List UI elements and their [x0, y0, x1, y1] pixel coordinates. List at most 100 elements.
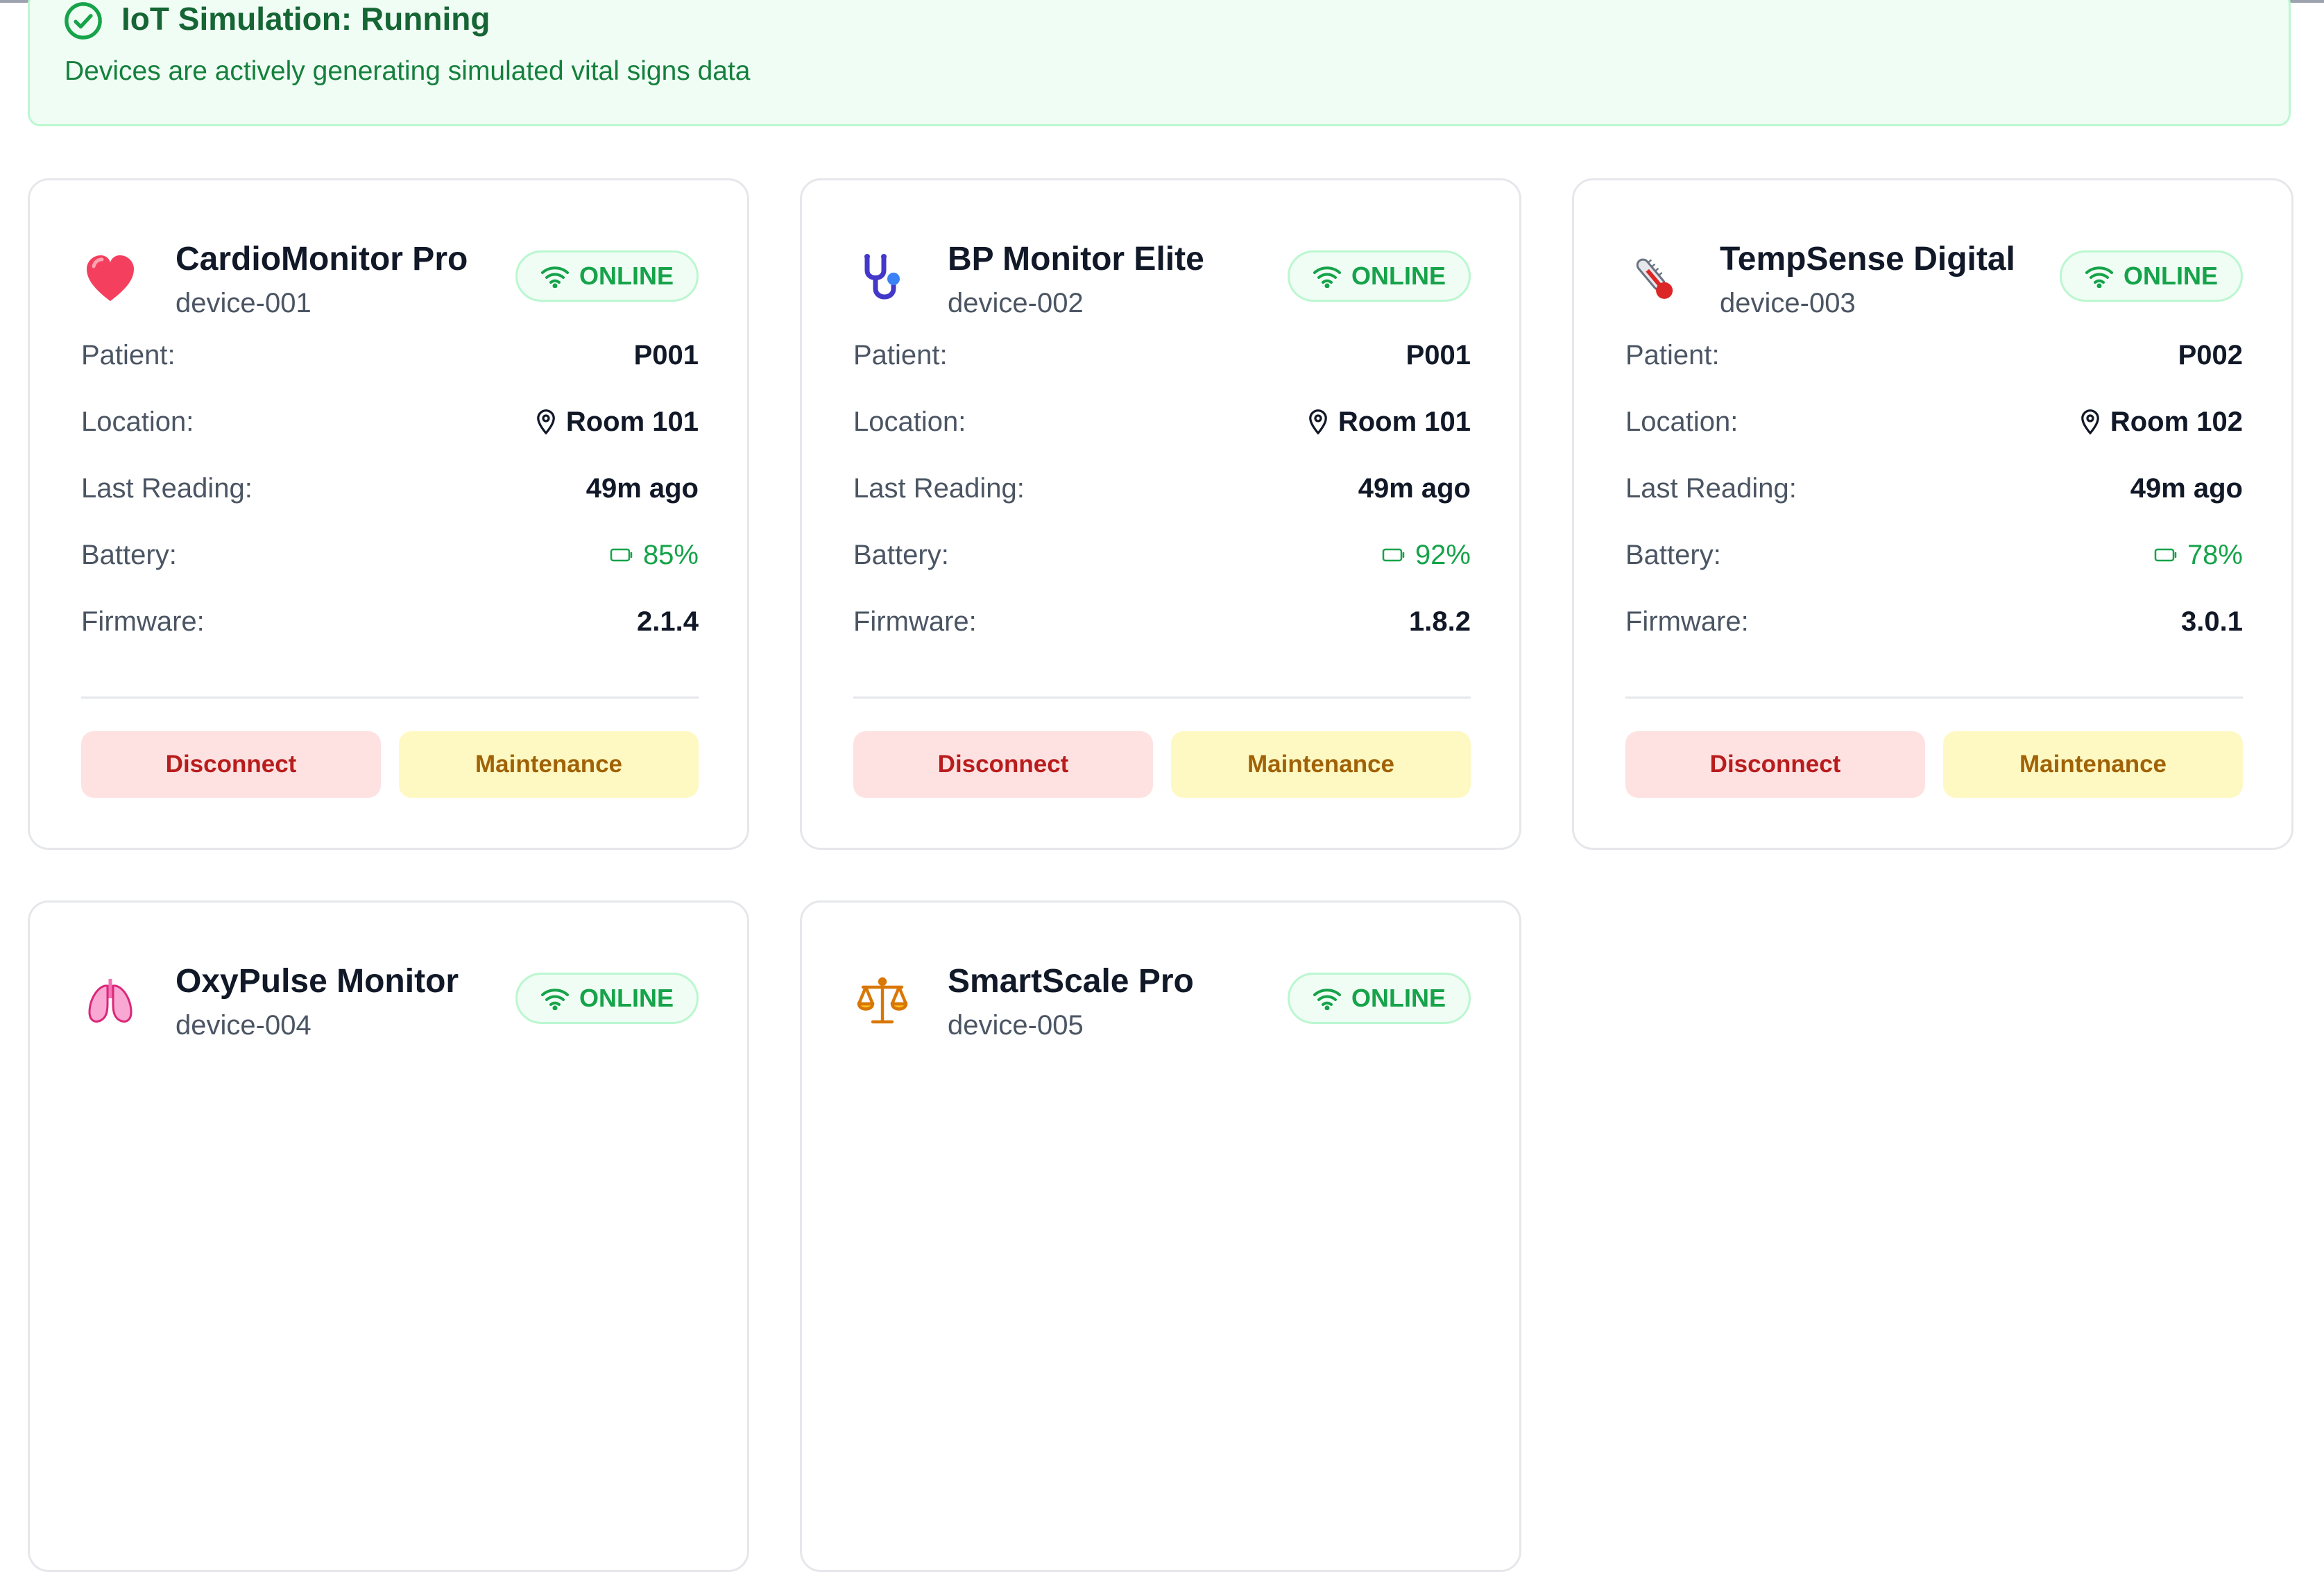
last-reading-label: Last Reading: — [853, 473, 1025, 504]
device-name: CardioMonitor Pro — [176, 241, 468, 277]
firmware-version: 3.0.1 — [2181, 606, 2243, 637]
location-value: Room 102 — [2080, 405, 2243, 438]
device-card: OxyPulse Monitor device-004 ONLINE — [28, 900, 749, 1572]
firmware-label: Firmware: — [81, 606, 205, 637]
stethoscope-icon — [855, 251, 910, 307]
location-value: Room 101 — [536, 405, 699, 438]
card-divider — [81, 697, 699, 699]
patient-row: Patient: P001 — [81, 336, 699, 375]
disconnect-button[interactable]: Disconnect — [81, 731, 381, 798]
device-name: BP Monitor Elite — [948, 241, 1204, 277]
wifi-icon — [540, 986, 570, 1010]
disconnect-button[interactable]: Disconnect — [853, 731, 1153, 798]
device-card: BP Monitor Elite device-002 ONLINE Patie… — [800, 178, 1521, 850]
online-status-badge: ONLINE — [1288, 973, 1471, 1024]
location-row: Location: Room 101 — [81, 402, 699, 441]
wifi-icon — [1313, 264, 1342, 288]
device-card: SmartScale Pro device-005 ONLINE — [800, 900, 1521, 1572]
simulation-status-banner: IoT Simulation: Running Devices are acti… — [28, 0, 2291, 126]
battery-icon — [2154, 547, 2178, 563]
battery-label: Battery: — [853, 540, 949, 570]
lungs-icon — [83, 973, 138, 1029]
device-id: device-002 — [948, 288, 1084, 318]
battery-row: Battery: 78% — [1625, 536, 2243, 574]
location-text: Room 101 — [565, 407, 699, 437]
maintenance-button[interactable]: Maintenance — [399, 731, 699, 798]
patient-id: P001 — [1405, 340, 1471, 370]
battery-icon — [1382, 547, 1405, 563]
last-reading-text: 49m ago — [586, 473, 699, 504]
firmware-version: 1.8.2 — [1409, 606, 1471, 637]
battery-value: 92% — [1382, 538, 1471, 572]
last-reading-row: Last Reading: 49m ago — [1625, 469, 2243, 508]
firmware-row: Firmware: 1.8.2 — [853, 602, 1471, 641]
card-divider — [853, 697, 1471, 699]
online-status-badge: ONLINE — [1288, 250, 1471, 302]
device-name: OxyPulse Monitor — [176, 963, 459, 1000]
last-reading-label: Last Reading: — [1625, 473, 1797, 504]
location-row: Location: Room 101 — [853, 402, 1471, 441]
location-label: Location: — [81, 407, 194, 437]
patient-value: P001 — [634, 339, 699, 372]
battery-percent: 78% — [2187, 540, 2243, 570]
map-pin-icon — [1308, 409, 1328, 435]
battery-row: Battery: 92% — [853, 536, 1471, 574]
patient-value: P001 — [1406, 339, 1471, 372]
location-row: Location: Room 102 — [1625, 402, 2243, 441]
firmware-row: Firmware: 3.0.1 — [1625, 602, 2243, 641]
device-card: TempSense Digital device-003 ONLINE Pati… — [1572, 178, 2293, 850]
patient-label: Patient: — [1625, 340, 1720, 370]
status-label: ONLINE — [579, 262, 674, 290]
status-label: ONLINE — [1351, 984, 1446, 1012]
wifi-icon — [2085, 264, 2114, 288]
device-id: device-001 — [176, 288, 311, 318]
device-name: SmartScale Pro — [948, 963, 1194, 1000]
battery-label: Battery: — [81, 540, 177, 570]
battery-percent: 85% — [642, 540, 699, 570]
map-pin-icon — [2080, 409, 2101, 435]
simulation-status-description: Devices are actively generating simulate… — [65, 56, 751, 86]
patient-label: Patient: — [853, 340, 948, 370]
location-text: Room 101 — [1338, 407, 1471, 437]
patient-row: Patient: P001 — [853, 336, 1471, 375]
status-label: ONLINE — [579, 984, 674, 1012]
device-name: TempSense Digital — [1720, 241, 2015, 277]
scale-icon — [855, 973, 910, 1029]
firmware-value: 2.1.4 — [637, 605, 699, 638]
patient-row: Patient: P002 — [1625, 336, 2243, 375]
maintenance-button[interactable]: Maintenance — [1943, 731, 2243, 798]
battery-value: 78% — [2154, 538, 2243, 572]
firmware-version: 2.1.4 — [637, 606, 699, 637]
check-circle-icon — [63, 1, 103, 41]
heart-icon — [83, 251, 138, 307]
last-reading-value: 49m ago — [1358, 472, 1471, 505]
maintenance-button[interactable]: Maintenance — [1171, 731, 1471, 798]
last-reading-value: 49m ago — [586, 472, 699, 505]
patient-id: P002 — [2178, 340, 2243, 370]
battery-label: Battery: — [1625, 540, 1721, 570]
patient-id: P001 — [633, 340, 699, 370]
wifi-icon — [1313, 986, 1342, 1010]
card-divider — [1625, 697, 2243, 699]
device-id: device-003 — [1720, 288, 1856, 318]
patient-value: P002 — [2178, 339, 2243, 372]
status-label: ONLINE — [2123, 262, 2218, 290]
firmware-row: Firmware: 2.1.4 — [81, 602, 699, 641]
thermometer-icon — [1627, 251, 1682, 307]
location-text: Room 102 — [2110, 407, 2243, 437]
firmware-value: 3.0.1 — [2181, 605, 2243, 638]
battery-icon — [610, 547, 633, 563]
online-status-badge: ONLINE — [515, 973, 699, 1024]
simulation-status-title: IoT Simulation: Running — [121, 1, 490, 37]
battery-percent: 92% — [1415, 540, 1471, 570]
location-label: Location: — [853, 407, 966, 437]
status-label: ONLINE — [1351, 262, 1446, 290]
firmware-value: 1.8.2 — [1409, 605, 1471, 638]
wifi-icon — [540, 264, 570, 288]
disconnect-button[interactable]: Disconnect — [1625, 731, 1925, 798]
firmware-label: Firmware: — [853, 606, 977, 637]
device-id: device-004 — [176, 1010, 311, 1041]
online-status-badge: ONLINE — [515, 250, 699, 302]
last-reading-row: Last Reading: 49m ago — [853, 469, 1471, 508]
last-reading-row: Last Reading: 49m ago — [81, 469, 699, 508]
